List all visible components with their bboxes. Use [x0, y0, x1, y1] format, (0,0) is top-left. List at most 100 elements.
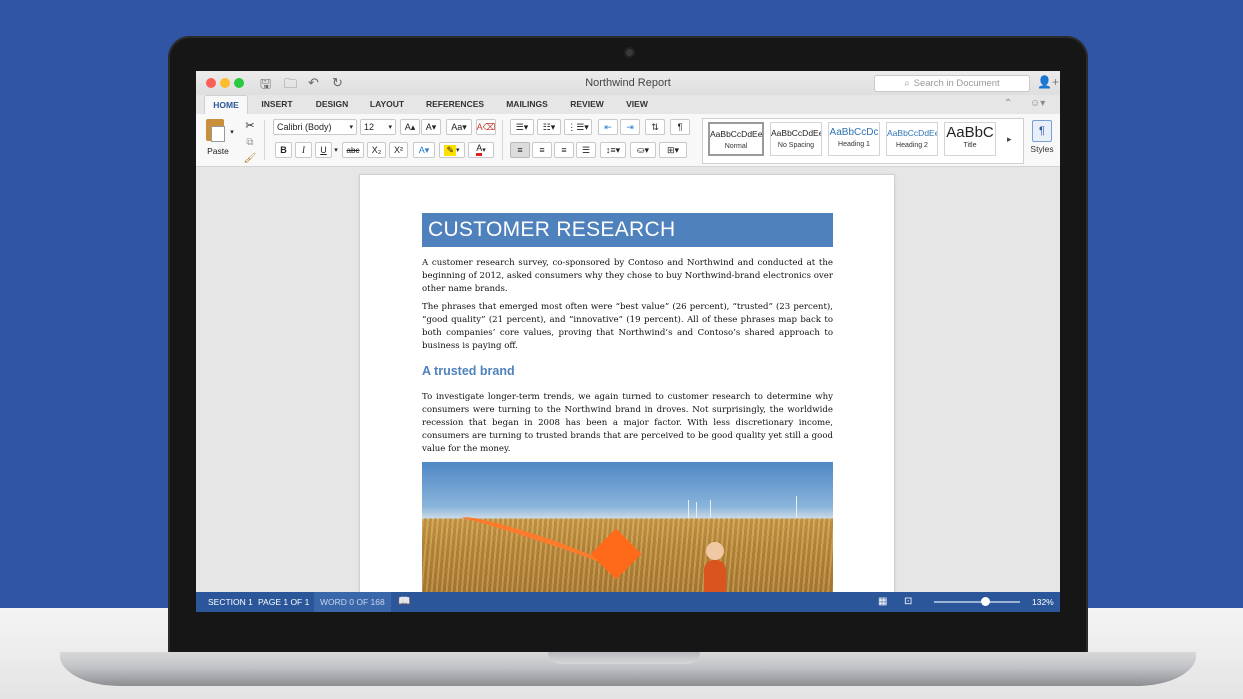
sort-icon: ⇅ [651, 121, 659, 132]
zoom-slider-thumb[interactable] [981, 597, 990, 606]
collapse-ribbon-icon[interactable]: ⌃ [1004, 98, 1012, 109]
line-spacing-button[interactable]: ↕≡▾ [600, 142, 626, 158]
decrease-indent-button[interactable]: ⇤ [598, 119, 618, 135]
home-ribbon: ▾ Paste ✂ ⧉ 🖌 Calibri (Body) ▾ 12 ▾ A▴ A… [196, 114, 1060, 167]
shrink-font-button[interactable]: A▾ [421, 119, 441, 135]
align-center-button[interactable]: ≡ [532, 142, 552, 158]
styles-pane-icon: ¶ [1032, 120, 1052, 142]
tab-layout[interactable]: LAYOUT [364, 95, 410, 114]
paragraph-3: To investigate longer-term trends, we ag… [422, 392, 833, 454]
smiley-feedback-icon[interactable]: ☺▾ [1030, 98, 1045, 109]
paragraph-2: The phrases that emerged most often were… [422, 302, 833, 351]
read-mode-icon[interactable]: 📖 [398, 592, 410, 612]
tab-home[interactable]: HOME [204, 95, 248, 115]
subscript-button[interactable]: X₂ [367, 142, 386, 158]
laptop-notch [548, 652, 700, 664]
grow-font-button[interactable]: A▴ [400, 119, 420, 135]
borders-button[interactable]: ⊞▾ [659, 142, 687, 158]
tab-view[interactable]: VIEW [618, 95, 656, 114]
status-bar: SECTION 1 PAGE 1 OF 1 WORD 0 OF 168 📖 ▦ … [196, 592, 1060, 612]
text-effects-icon: A▾ [418, 144, 430, 155]
style-heading-2[interactable]: AaBbCcDdEe Heading 2 [886, 122, 938, 156]
kite-field-photo[interactable] [422, 462, 833, 592]
bold-button[interactable]: B [275, 142, 292, 158]
shrink-font-icon: A▾ [425, 121, 437, 132]
justify-button[interactable]: ☰ [576, 142, 596, 158]
paste-dropdown-icon[interactable]: ▾ [228, 124, 236, 140]
underline-button[interactable]: U [315, 142, 332, 158]
style-title[interactable]: AaBbC Title [944, 122, 996, 156]
section-indicator: SECTION 1 [208, 597, 253, 607]
clear-formatting-button[interactable]: A⌫ [476, 119, 496, 135]
show-formatting-button[interactable]: ¶ [670, 119, 690, 135]
format-painter-icon[interactable]: 🖌 [242, 150, 258, 166]
style-normal[interactable]: AaBbCcDdEe Normal [708, 122, 764, 156]
paste-icon[interactable] [206, 119, 225, 142]
wind-turbine [710, 500, 711, 518]
multilevel-list-button[interactable]: ⋮☰▾ [564, 119, 592, 135]
numbering-button[interactable]: ☷▾ [537, 119, 561, 135]
align-left-icon: ≡ [517, 145, 523, 155]
shading-button[interactable]: ⛀▾ [630, 142, 656, 158]
divider [264, 120, 265, 160]
style-name: Normal [724, 143, 748, 150]
paint-bucket-icon: ⛀▾ [636, 144, 650, 155]
divider [502, 120, 503, 160]
style-name: Title [963, 142, 977, 149]
document-page[interactable]: CUSTOMER RESEARCH A customer research su… [360, 175, 894, 592]
font-size-value: 12 [364, 122, 375, 132]
increase-indent-button[interactable]: ⇥ [620, 119, 640, 135]
child-figure [704, 560, 726, 592]
title-bar: 🖫 🗀 ↶ ↻ Northwind Report ⌕ Search in Doc… [196, 71, 1060, 96]
bullets-button[interactable]: ☰▾ [510, 119, 534, 135]
style-heading-1[interactable]: AaBbCcDc Heading 1 [828, 122, 880, 156]
justify-icon: ☰ [581, 144, 591, 155]
font-color-button[interactable]: A ▾ [468, 142, 494, 158]
styles-pane-button[interactable]: ¶ Styles [1028, 120, 1056, 154]
heading-customer-research: CUSTOMER RESEARCH [422, 213, 833, 247]
share-user-icon[interactable]: 👤+ [1037, 75, 1059, 89]
tab-insert[interactable]: INSERT [254, 95, 300, 114]
chevron-down-icon: ▾ [388, 124, 392, 131]
styles-label: Styles [1030, 144, 1054, 154]
zoom-level[interactable]: 132% [1032, 592, 1054, 612]
document-canvas[interactable]: CUSTOMER RESEARCH A customer research su… [196, 167, 1060, 592]
style-name: Heading 1 [838, 141, 870, 148]
tab-review[interactable]: REVIEW [564, 95, 610, 114]
word-window: 🖫 🗀 ↶ ↻ Northwind Report ⌕ Search in Doc… [196, 71, 1060, 612]
web-layout-icon[interactable]: ⊡ [904, 592, 912, 612]
italic-button[interactable]: I [295, 142, 312, 158]
font-name-value: Calibri (Body) [277, 122, 332, 132]
page-indicator[interactable]: PAGE 1 OF 1 [258, 592, 309, 612]
align-right-icon: ≡ [561, 145, 567, 155]
tab-design[interactable]: DESIGN [308, 95, 356, 114]
search-input[interactable]: ⌕ Search in Document [874, 75, 1030, 92]
style-name: No Spacing [777, 142, 815, 149]
align-right-button[interactable]: ≡ [554, 142, 574, 158]
align-left-button[interactable]: ≡ [510, 142, 530, 158]
underline-dropdown-icon[interactable]: ▾ [332, 142, 340, 158]
style-no-spacing[interactable]: AaBbCcDdEe No Spacing [770, 122, 822, 156]
style-sample: AaBbCcDdEe [710, 129, 762, 139]
zoom-slider[interactable] [934, 601, 1020, 603]
text-effects-button[interactable]: A▾ [413, 142, 435, 158]
copy-icon[interactable]: ⧉ [242, 134, 258, 150]
tab-references[interactable]: REFERENCES [420, 95, 490, 114]
highlighter-icon: ✎ [444, 144, 457, 156]
font-size-select[interactable]: 12 ▾ [360, 119, 396, 135]
font-name-select[interactable]: Calibri (Body) ▾ [273, 119, 357, 135]
change-case-button[interactable]: Aa▾ [446, 119, 472, 135]
tab-mailings[interactable]: MAILINGS [500, 95, 554, 114]
cut-icon[interactable]: ✂ [242, 117, 258, 133]
wind-turbine [696, 502, 697, 518]
print-layout-icon[interactable]: ▦ [878, 592, 887, 612]
sort-button[interactable]: ⇅ [645, 119, 665, 135]
style-sample: AaBbC [946, 124, 994, 141]
strikethrough-button[interactable]: abc [342, 142, 364, 158]
gallery-next-icon[interactable]: ▸ [1007, 134, 1012, 145]
camera-icon [626, 49, 633, 56]
word-count[interactable]: WORD 0 OF 168 [314, 592, 391, 612]
superscript-button[interactable]: X² [389, 142, 408, 158]
highlight-color-button[interactable]: ✎ ▾ [439, 142, 465, 158]
borders-icon: ⊞▾ [666, 144, 680, 155]
